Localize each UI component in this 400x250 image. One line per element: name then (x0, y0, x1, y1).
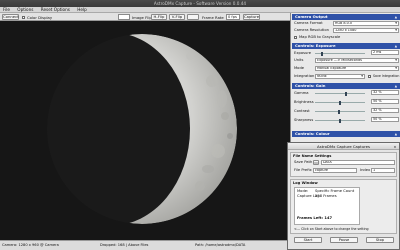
window-title: AstroDMx Capture - Software Version 0.0.… (0, 0, 400, 7)
gain-row-spinbox[interactable]: 50 % (371, 99, 399, 104)
camera-resolution-label: Camera Resolution (294, 28, 329, 32)
mono-checkbox[interactable] (294, 36, 297, 39)
camera-format-label: Camera Format (294, 21, 323, 25)
log-capture-value: 258 Frames (315, 194, 337, 198)
exposure-label: Exposure (294, 51, 312, 55)
capture-button[interactable]: Capture (243, 14, 260, 20)
toolbar-spare-button[interactable] (187, 14, 199, 20)
gain-row-slider-knob[interactable] (344, 91, 347, 96)
gain-row-label: Contrast (294, 109, 310, 113)
save-integration-checkbox[interactable] (368, 75, 371, 78)
moon-image (0, 21, 290, 240)
stop-button[interactable]: Stop (366, 237, 394, 243)
gain-row-spinbox[interactable]: 32 % (371, 90, 399, 95)
start-button[interactable]: Start (294, 237, 322, 243)
mono-label: Map RGB to Grayscale (299, 35, 341, 39)
gain-row-slider[interactable] (315, 118, 365, 123)
image-flip-spinbox[interactable] (118, 14, 130, 20)
dialog-hint: <--- Click on Start above to change the … (294, 227, 369, 231)
save-path-label: Save Path (294, 160, 313, 164)
gain-row-label: Gamma (294, 91, 309, 95)
index-label: Index (360, 168, 371, 172)
gain-row-slider-knob[interactable] (338, 100, 342, 105)
frames-left: Frames Left: 147 (297, 216, 333, 220)
gain-row-label: Brightness (294, 100, 314, 104)
camera-resolution-select[interactable]: 1280 x 1080 (333, 28, 399, 33)
log-group: Log Window Mode: Specific Frame Count Ca… (290, 179, 397, 234)
gain-row-slider-knob[interactable] (338, 118, 342, 123)
file-name-group: File Name Settings Save Path ▭ DATA File… (290, 152, 397, 177)
mode-select[interactable]: Manual Exposure (315, 66, 399, 71)
frame-rate-field: 0 fps (226, 14, 240, 20)
camera-output-header[interactable]: Camera Output ▲ (292, 14, 400, 20)
pause-button[interactable]: Pause (330, 237, 358, 243)
save-integration-label: Save Integration (373, 74, 400, 78)
dialog-title: AstroDMx Capture Captures (288, 143, 399, 150)
mode-label: Mode (294, 66, 305, 70)
controls-gain-header[interactable]: Controls: Gain ▲ (292, 83, 400, 89)
gain-row-slider[interactable] (315, 100, 365, 105)
camera-format-select[interactable]: RGB 8.0.0 (333, 21, 399, 26)
close-icon[interactable]: × (393, 145, 397, 149)
status-frames: Dropped: 168 | Above Files (100, 243, 149, 247)
h-flip-button[interactable]: H-Flip (151, 14, 167, 20)
log-group-title: Log Window (293, 180, 318, 185)
gain-row-spinbox[interactable]: 50 % (371, 117, 399, 122)
connect-button[interactable]: Connect (2, 14, 19, 20)
image-viewer[interactable] (0, 21, 290, 240)
color-display-label: Color Display (27, 14, 53, 20)
status-path: Path: /home/astrodmx/DATA (195, 243, 246, 247)
status-bar: Camera: 1280 x 960 @ Camera Dropped: 168… (0, 240, 290, 250)
save-path-field[interactable]: DATA (321, 160, 395, 165)
v-flip-button[interactable]: V-Flip (169, 14, 185, 20)
gain-row-spinbox[interactable]: 32 % (371, 108, 399, 113)
file-prefix-field[interactable]: capture (313, 168, 357, 173)
index-field[interactable]: 1 (371, 168, 395, 173)
controls-colour-header[interactable]: Controls: Colour ▲ (292, 131, 400, 137)
gain-row-label: Sharpness (294, 118, 314, 122)
gain-row-slider[interactable] (315, 91, 365, 96)
file-group-title: File Name Settings (293, 153, 332, 158)
image-flip-label: Image Flip (132, 14, 152, 20)
gain-row-slider[interactable] (315, 109, 365, 114)
gain-row-slider-knob[interactable] (337, 109, 341, 114)
status-camera: Camera: 1280 x 960 @ Camera (2, 243, 59, 247)
integration-select[interactable]: NONE (315, 74, 365, 79)
controls-exposure-header[interactable]: Controls: Exposure ▲ (292, 43, 400, 49)
units-select[interactable]: Exposure ---> Milliseconds (315, 58, 399, 63)
exposure-spinbox[interactable]: 2 ms (371, 50, 399, 55)
exposure-slider-knob[interactable] (321, 51, 324, 56)
file-prefix-label: File Prefix (294, 168, 312, 172)
capture-dialog: AstroDMx Capture Captures × File Name Se… (287, 142, 400, 250)
frame-rate-label: Frame Rate (202, 14, 224, 20)
log-window: Mode: Specific Frame Count Capture Log: … (294, 187, 360, 225)
folder-icon[interactable]: ▭ (313, 160, 319, 165)
color-display-checkbox[interactable] (22, 15, 25, 19)
integration-label: Integration (294, 74, 315, 78)
exposure-slider[interactable] (315, 51, 365, 56)
units-label: Units (294, 58, 304, 62)
